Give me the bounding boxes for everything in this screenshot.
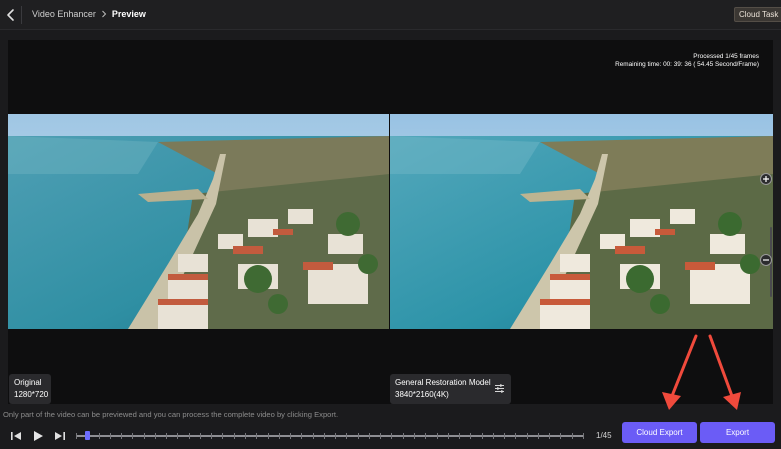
model-title: General Restoration Model — [395, 378, 491, 387]
original-title: Original — [14, 378, 42, 387]
timeline-tick — [380, 433, 381, 439]
timeline-tick — [110, 433, 111, 439]
breadcrumb-video-enhancer[interactable]: Video Enhancer — [32, 9, 96, 19]
timeline-tick — [572, 433, 573, 439]
timeline-tick — [313, 433, 314, 439]
preview-stage: Processed 1/45 frames Remaining time: 00… — [8, 40, 773, 404]
timeline-tick — [459, 433, 460, 439]
timeline-tick — [437, 433, 438, 439]
processed-frames-text: Processed 1/45 frames — [693, 53, 759, 60]
divider — [21, 6, 22, 24]
sliders-icon[interactable] — [494, 383, 505, 394]
chevron-right-icon — [102, 10, 107, 18]
timeline-tick — [358, 433, 359, 439]
original-resolution: 1280*720 — [14, 390, 49, 399]
cloud-task-button[interactable]: Cloud Task — [734, 7, 781, 22]
timeline-tick — [144, 433, 145, 439]
timeline-tick — [268, 433, 269, 439]
timeline-tick — [99, 433, 100, 439]
timeline-tick — [527, 433, 528, 439]
timeline-tick — [155, 433, 156, 439]
timeline-tick — [76, 433, 77, 439]
play-icon[interactable] — [31, 429, 45, 443]
timeline-tick — [414, 433, 415, 439]
timeline-tick — [470, 433, 471, 439]
breadcrumb: Video Enhancer Preview — [32, 9, 146, 19]
frame-timeline[interactable] — [76, 431, 584, 440]
timeline-tick — [121, 433, 122, 439]
original-info-label: Original 1280*720 — [9, 374, 51, 404]
timeline-track — [76, 435, 584, 437]
timeline-tick — [403, 433, 404, 439]
timeline-tick — [177, 433, 178, 439]
remaining-time-text: Remaining time: 00: 39: 36 ( 54.45 Secon… — [615, 60, 759, 68]
timeline-tick — [583, 433, 584, 439]
model-resolution: 3840*2160(4K) — [395, 390, 449, 399]
timeline-tick — [369, 433, 370, 439]
timeline-tick — [482, 433, 483, 439]
top-bar: Video Enhancer Preview Cloud Task — [0, 0, 781, 30]
timeline-tick — [234, 433, 235, 439]
timeline-tick — [549, 433, 550, 439]
timeline-tick — [560, 433, 561, 439]
processing-status: Processed 1/45 frames Remaining time: 00… — [615, 53, 759, 68]
timeline-tick — [391, 433, 392, 439]
timeline-tick — [132, 433, 133, 439]
original-frame-image — [8, 114, 389, 329]
timeline-tick — [279, 433, 280, 439]
timeline-tick — [448, 433, 449, 439]
timeline-tick — [324, 433, 325, 439]
timeline-tick — [335, 433, 336, 439]
timeline-tick — [200, 433, 201, 439]
breadcrumb-preview: Preview — [111, 9, 146, 19]
timeline-tick — [245, 433, 246, 439]
next-frame-icon[interactable] — [53, 429, 67, 443]
timeline-tick — [346, 433, 347, 439]
enhanced-frame-image — [390, 114, 773, 329]
timeline-tick — [189, 433, 190, 439]
model-info-label: General Restoration Model 3840*2160(4K) — [390, 374, 511, 404]
timeline-tick — [493, 433, 494, 439]
previous-frame-icon[interactable] — [9, 429, 23, 443]
timeline-tick — [256, 433, 257, 439]
timeline-tick — [301, 433, 302, 439]
preview-hint-text: Only part of the video can be previewed … — [3, 410, 339, 419]
timeline-playhead[interactable] — [85, 431, 91, 440]
timeline-tick — [222, 433, 223, 439]
export-button[interactable]: Export — [700, 422, 775, 443]
timeline-tick — [504, 433, 505, 439]
cloud-export-button[interactable]: Cloud Export — [622, 422, 697, 443]
timeline-tick — [515, 433, 516, 439]
zoom-out-icon[interactable] — [760, 254, 772, 266]
zoom-in-icon[interactable] — [760, 173, 772, 185]
frame-counter: 1/45 — [596, 431, 612, 440]
timeline-tick — [166, 433, 167, 439]
timeline-tick — [425, 433, 426, 439]
back-chevron-left-icon[interactable] — [3, 7, 19, 23]
timeline-tick — [538, 433, 539, 439]
timeline-tick — [290, 433, 291, 439]
timeline-tick — [211, 433, 212, 439]
